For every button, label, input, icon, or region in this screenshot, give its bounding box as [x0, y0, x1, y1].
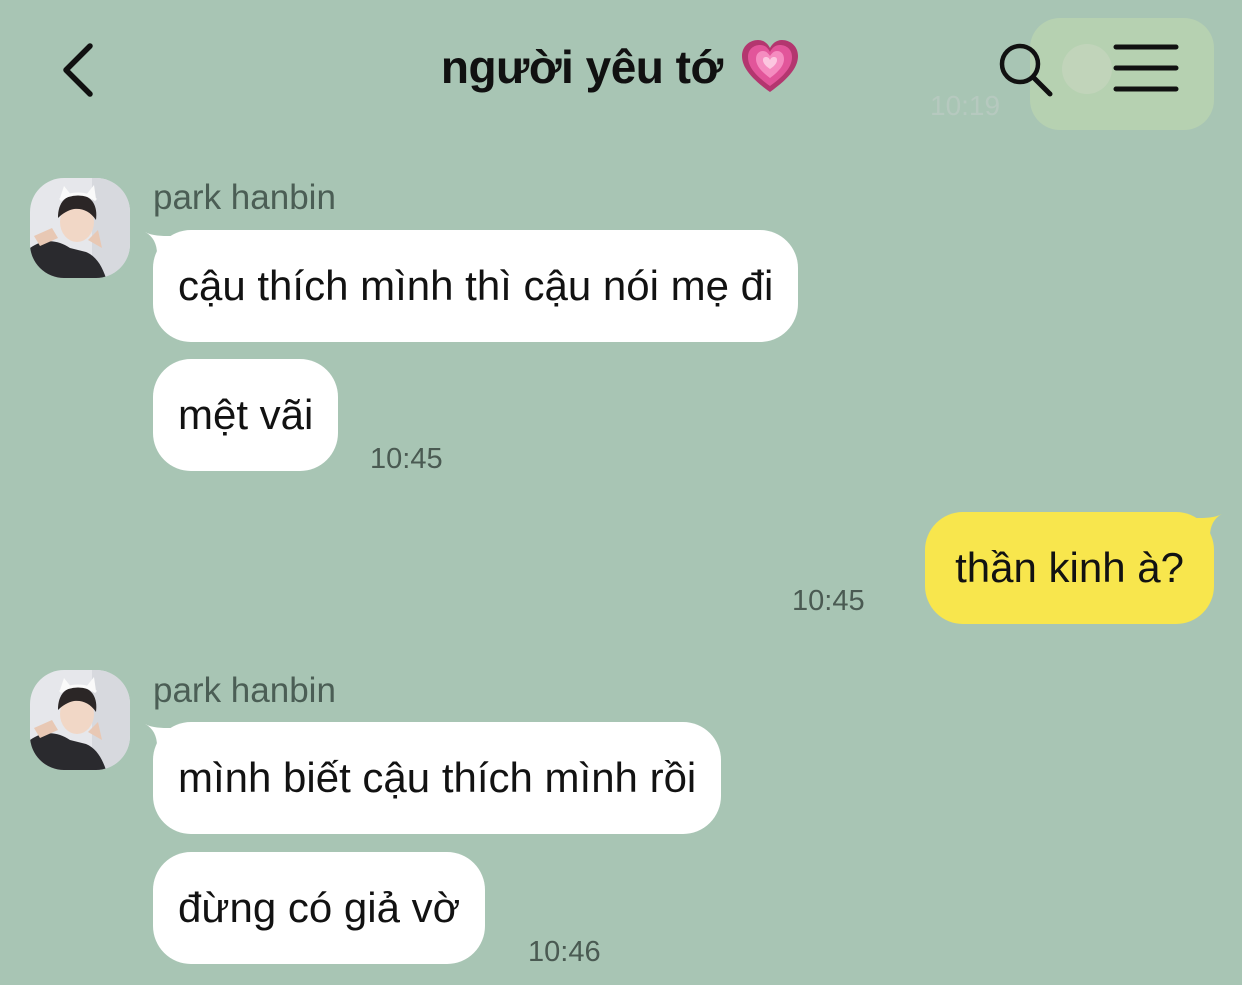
- message-bubble[interactable]: đừng có giả vờ: [153, 852, 486, 964]
- message-bubble-outgoing[interactable]: thần kinh à?: [925, 512, 1214, 624]
- message-bubble[interactable]: mình biết cậu thích mình rồi: [153, 722, 722, 834]
- message-timestamp: 10:45: [792, 585, 865, 617]
- message-bubble[interactable]: cậu thích mình thì cậu nói mẹ đi: [153, 230, 799, 342]
- chat-header: 10:19 người yêu tớ: [0, 0, 1242, 140]
- avatar[interactable]: [30, 178, 130, 278]
- message-timestamp: 10:46: [528, 936, 601, 968]
- search-icon: [999, 43, 1053, 97]
- hamburger-menu-icon: [1113, 44, 1179, 92]
- sender-name: park hanbin: [153, 671, 336, 710]
- chat-screen: 10:19 người yêu tớ park hanbin cậu thích…: [0, 0, 1242, 985]
- search-button[interactable]: [996, 40, 1056, 100]
- menu-button[interactable]: [1112, 42, 1180, 94]
- sender-name: park hanbin: [153, 178, 336, 217]
- growing-heart-emoji-icon: [739, 36, 801, 98]
- avatar[interactable]: [30, 670, 130, 770]
- profile-photo-icon: [30, 178, 130, 278]
- chat-title: người yêu tớ: [440, 41, 723, 93]
- message-bubble[interactable]: mệt vãi: [153, 359, 339, 471]
- profile-photo-icon: [30, 670, 130, 770]
- message-timestamp: 10:45: [370, 443, 443, 475]
